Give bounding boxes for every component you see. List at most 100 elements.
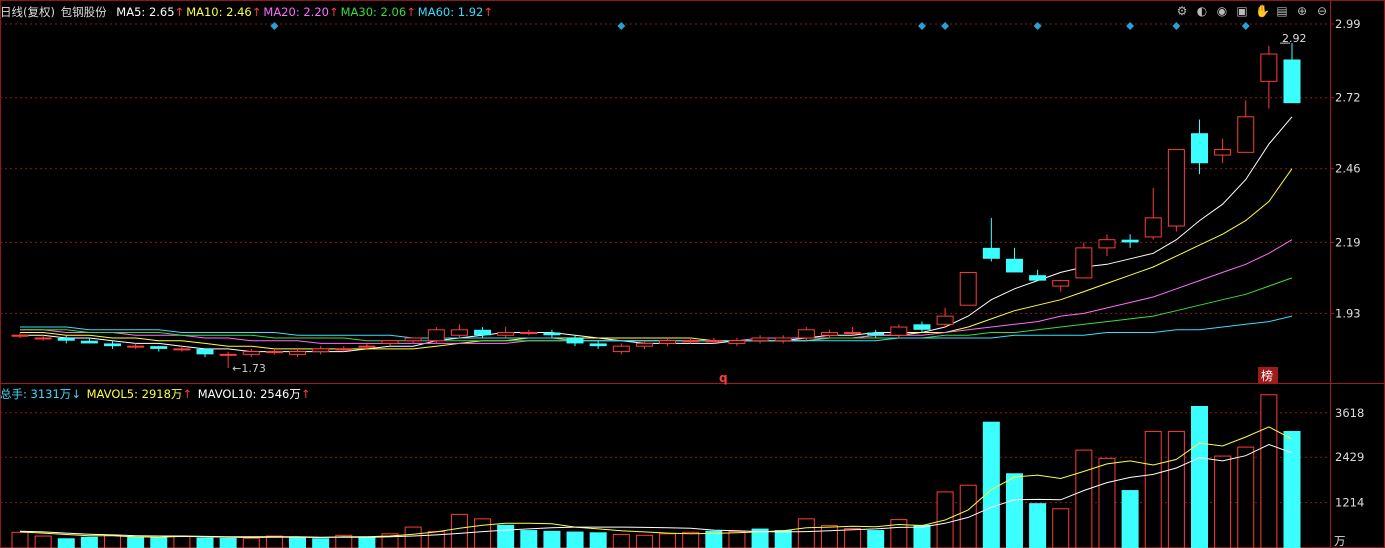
volume-bar-up	[959, 484, 977, 548]
volume-bar-up	[173, 535, 191, 548]
price-tick-label: 2.19	[1335, 235, 1361, 249]
lock-icon[interactable]: ▤	[1275, 4, 1289, 18]
volume-bar-down	[150, 537, 168, 548]
up-arrow-icon: ↑	[182, 387, 193, 401]
volume-bar-down	[358, 536, 376, 548]
stock-chart[interactable]: 2.99 2.72 2.46 2.19 1.93 3618 2429 1214 万 ←1.73 2.…	[0, 0, 1385, 548]
candle-down	[1029, 275, 1047, 281]
event-diamond-icon	[1172, 22, 1181, 30]
volume-bar-up	[1260, 394, 1278, 548]
volume-bar-up	[1167, 430, 1185, 548]
candle-up	[797, 329, 815, 339]
volume-bar-down	[497, 524, 515, 548]
down-arrow-icon: ↓	[71, 387, 81, 401]
candle-up	[959, 271, 977, 306]
candle-down	[104, 343, 122, 347]
volume-bar-down	[520, 530, 538, 548]
price-tick-label: 2.99	[1335, 17, 1361, 31]
candle-down	[566, 337, 584, 344]
ma-legend-label: MA60:	[417, 5, 458, 19]
ma-legend-label: MA5:	[116, 5, 149, 19]
event-diamond-icon	[617, 22, 626, 30]
volume-bar-up	[265, 535, 283, 548]
volume-bar-down	[219, 537, 237, 548]
up-arrow-icon: ↑	[328, 5, 339, 19]
price-tick-label: 1.93	[1335, 306, 1361, 320]
volume-bar-up	[450, 513, 468, 548]
volume-bar-down	[566, 531, 584, 548]
volume-bar-down	[312, 538, 330, 548]
contrast-icon[interactable]: ◐	[1195, 4, 1209, 18]
candle-up	[335, 348, 353, 351]
candle-up	[1167, 149, 1185, 227]
ma-line-ma20	[20, 239, 1293, 344]
price-tick-label: 2.72	[1335, 91, 1361, 105]
candle-up	[820, 332, 838, 336]
up-arrow-icon: ↑	[300, 387, 311, 401]
candle-up	[265, 351, 283, 354]
volume-bar-down	[1005, 473, 1023, 548]
volume-bar-down	[289, 537, 307, 548]
zoom-out-icon[interactable]: ⊖	[1315, 4, 1329, 18]
candle-down	[1121, 239, 1139, 243]
volume-bar-down	[867, 530, 885, 548]
volume-bar-down	[1190, 406, 1208, 548]
candle-down	[196, 348, 214, 355]
volume-bar-down	[1283, 430, 1301, 548]
event-diamond-icon	[1126, 22, 1135, 30]
candle-up	[682, 340, 700, 343]
volume-bar-down	[774, 530, 792, 548]
low-price-label: ←1.73	[232, 362, 266, 375]
volume-bar-up	[682, 531, 700, 548]
up-arrow-icon: ↑	[483, 5, 493, 19]
volume-bar-up	[242, 537, 260, 548]
candle-down	[1005, 258, 1023, 273]
mavol10-value: 2546万	[260, 387, 301, 401]
volume-bar-up	[890, 519, 908, 548]
candle-up	[1098, 239, 1116, 249]
candle-up	[844, 332, 862, 335]
volume-bar-up	[1098, 457, 1116, 548]
candle-up	[1214, 149, 1232, 156]
candle-up	[890, 326, 908, 336]
ma-line-ma5	[20, 116, 1293, 353]
event-diamond-icon	[1241, 22, 1250, 30]
volume-bar-up	[635, 534, 653, 548]
candle-up	[497, 332, 515, 336]
candle-up	[520, 332, 538, 335]
briefcase-icon[interactable]: ▣	[1235, 4, 1249, 18]
zoom-in-icon[interactable]: ⊕	[1295, 4, 1309, 18]
candle-down	[913, 324, 931, 330]
candle-up	[635, 342, 653, 347]
event-diamond-icon	[917, 22, 926, 30]
ma-legend-value: 1.92	[457, 5, 484, 19]
total-volume-value: 3131万	[30, 387, 72, 401]
volume-legend: 总手: 3131万↓ MAVOL5: 2918万↑ MAVOL10: 2546万…	[0, 386, 312, 402]
candle-up	[127, 345, 145, 348]
up-arrow-icon: ↑	[406, 5, 416, 19]
candle-down	[150, 346, 168, 349]
volume-bar-up	[404, 526, 422, 548]
volume-bar-down	[913, 524, 931, 548]
up-arrow-icon: ↑	[174, 5, 185, 19]
volume-tick-label: 1214	[1335, 496, 1364, 510]
volume-bar-down	[982, 421, 1000, 548]
ma-legend-value: 2.65	[148, 5, 175, 19]
ma-legend-label: MA20:	[263, 5, 304, 19]
volume-bar-up	[11, 531, 29, 548]
candle-down	[589, 343, 607, 347]
gear-icon[interactable]: ⚙	[1175, 4, 1189, 18]
volume-bar-down	[127, 536, 145, 548]
hand-icon[interactable]: ✋	[1255, 4, 1270, 18]
candle-up	[173, 348, 191, 351]
volume-bar-up	[659, 533, 677, 548]
candle-up	[1144, 217, 1162, 238]
ma-legend-value: 2.20	[303, 5, 329, 19]
mavol5-value: 2918万	[141, 387, 183, 401]
chart-toolbar: ⚙ ◐ ◉ ▣ ✋ ▤ ⊕ ⊖	[1175, 4, 1329, 20]
volume-tick-label: 2429	[1335, 450, 1364, 464]
volume-bar-up	[34, 535, 52, 548]
volume-tick-label: 3618	[1335, 406, 1364, 420]
eye-icon[interactable]: ◉	[1215, 4, 1229, 18]
candle-up	[219, 353, 237, 356]
